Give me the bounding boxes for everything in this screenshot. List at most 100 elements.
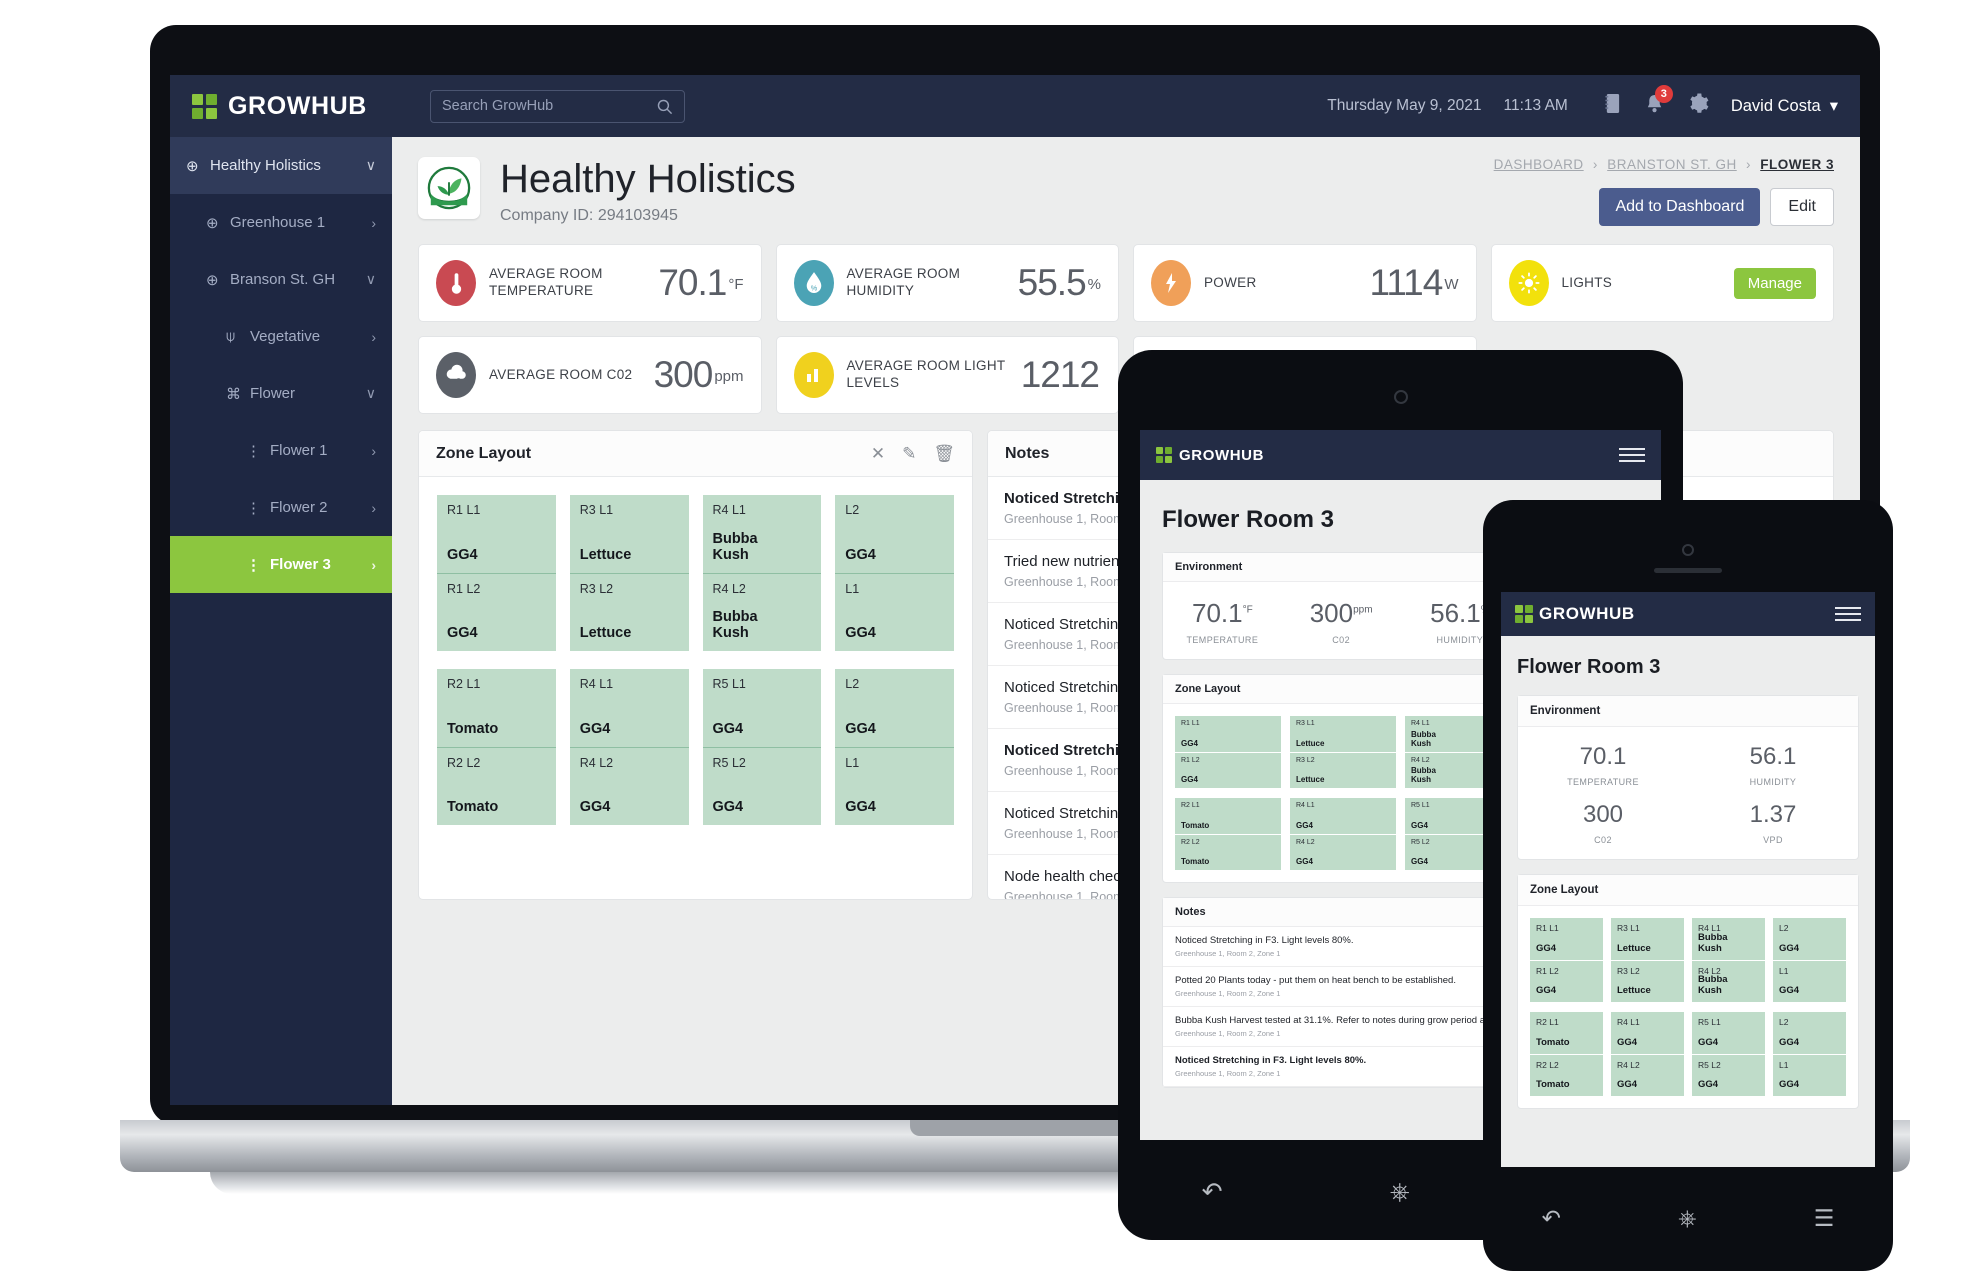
zone-cell[interactable]: R5 L1 GG4	[1692, 1012, 1765, 1054]
zone-cell-id: R3 L2	[579, 582, 614, 596]
zone-cell[interactable]: R1 L1 GG4	[1530, 918, 1603, 960]
chevron-right-icon: ›	[371, 499, 376, 516]
bars-icon	[793, 352, 834, 398]
power-icon[interactable]: ⎈	[1678, 1205, 1696, 1232]
zone-cell-plant: Lettuce	[1296, 774, 1325, 784]
zone-cell[interactable]: R4 L2 Bubba Kush	[1692, 960, 1765, 1002]
sidebar-item-branson-st-gh[interactable]: ⊕ Branson St. GH ∨	[170, 251, 392, 308]
zone-cell[interactable]: R4 L1 GG4	[1290, 798, 1396, 834]
notebook-icon[interactable]	[1604, 93, 1621, 119]
zone-cell[interactable]: L2 GG4	[835, 669, 954, 747]
zone-cell-id: R2 L1	[1536, 1017, 1559, 1027]
zone-cell[interactable]: L2 GG4	[835, 495, 954, 573]
zone-cell[interactable]: R1 L2 GG4	[437, 573, 556, 651]
zone-cell[interactable]: R1 L1 GG4	[437, 495, 556, 573]
zone-cell[interactable]: L1 GG4	[835, 747, 954, 825]
zone-cell[interactable]: L2 GG4	[1773, 918, 1846, 960]
notifications-bell[interactable]: 3	[1645, 85, 1673, 119]
close-icon[interactable]: ✕	[871, 444, 885, 464]
settings-gear[interactable]	[1688, 93, 1709, 119]
zone-cell[interactable]: R2 L2 Tomato	[1530, 1054, 1603, 1096]
zone-column: R4 L1 GG4 R4 L2 GG4	[1611, 1012, 1684, 1096]
sidebar-item-flower-2[interactable]: ⋮ Flower 2 ›	[170, 479, 392, 536]
zone-cell-plant: GG4	[1698, 1037, 1719, 1049]
phone-speaker	[1654, 568, 1722, 573]
zone-cell[interactable]: R4 L2 GG4	[1611, 1054, 1684, 1096]
breadcrumb-item-current[interactable]: FLOWER 3	[1760, 157, 1834, 172]
edit-button[interactable]: Edit	[1770, 188, 1834, 226]
zone-cell[interactable]: R4 L2 GG4	[569, 747, 689, 825]
power-icon[interactable]: ⎈	[1390, 1178, 1410, 1207]
sidebar-item-flower-1[interactable]: ⋮ Flower 1 ›	[170, 422, 392, 479]
zone-cell[interactable]: R5 L2 GG4	[1692, 1054, 1765, 1096]
zone-cell[interactable]: R3 L1 Lettuce	[569, 495, 689, 573]
zone-column: L2 GG4 L1 GG4	[1773, 1012, 1846, 1096]
zone-grid: R1 L1 GG4 R1 L2 GG4 R3 L1 Lettuce R3 L2 Lettuce…	[419, 477, 972, 843]
back-icon[interactable]: ↶	[1542, 1205, 1561, 1232]
edit-icon[interactable]: ✎	[902, 444, 916, 464]
search-placeholder: Search GrowHub	[442, 98, 554, 114]
sidebar-item-vegetative[interactable]: ⍦ Vegetative ›	[170, 308, 392, 365]
phone-logo[interactable]: GROWHUB	[1515, 604, 1635, 624]
stat-label: AVERAGE ROOM C02	[489, 366, 633, 382]
zone-cell[interactable]: R4 L2 Bubba Kush	[702, 573, 822, 651]
zone-cell[interactable]: R1 L1 GG4	[1175, 716, 1281, 752]
zone-cell[interactable]: R3 L1 Lettuce	[1290, 716, 1396, 752]
page-title: Healthy Holistics	[500, 157, 796, 201]
hamburger-menu-icon[interactable]	[1619, 448, 1645, 462]
stat-card-lights[interactable]: LIGHTS Manage	[1490, 244, 1834, 322]
stat-card-light-levels[interactable]: AVERAGE ROOM LIGHT LEVELS 1212	[775, 336, 1119, 414]
zone-cell[interactable]: R3 L2 Lettuce	[569, 573, 689, 651]
zone-cell[interactable]: R4 L1 GG4	[1611, 1012, 1684, 1054]
phone-topbar: GROWHUB	[1501, 592, 1875, 636]
zone-cell[interactable]: R2 L2 Tomato	[437, 747, 556, 825]
sidebar-item-healthy-holistics[interactable]: ⊕ Healthy Holistics ∨	[170, 137, 392, 194]
zone-cell[interactable]: L1 GG4	[835, 573, 954, 651]
search-input[interactable]: Search GrowHub	[430, 89, 685, 123]
sidebar-item-flower-3[interactable]: ⋮ Flower 3 ›	[170, 536, 392, 593]
back-icon[interactable]: ↶	[1202, 1177, 1223, 1207]
zone-cell[interactable]: R4 L1 Bubba Kush	[702, 495, 822, 573]
zone-cell[interactable]: L1 GG4	[1773, 960, 1846, 1002]
zone-cell[interactable]: R5 L2 GG4	[702, 747, 822, 825]
stat-card-temperature[interactable]: AVERAGE ROOM TEMPERATURE 70.1 °F	[418, 244, 762, 322]
menu-icon[interactable]: ☰	[1814, 1205, 1835, 1232]
stat-card-co2[interactable]: co2 AVERAGE ROOM C02 300 ppm	[418, 336, 762, 414]
phone-env-key: TEMPERATURE	[1567, 777, 1639, 787]
app-logo[interactable]: GROWHUB	[192, 92, 422, 121]
zone-column: R4 L1 Bubba Kush R4 L2 Bubba Kush	[702, 495, 822, 651]
zone-cell-plant: GG4	[1779, 943, 1800, 955]
sidebar-item-flower[interactable]: ⌘ Flower ∨	[170, 365, 392, 422]
zone-cell[interactable]: R4 L1 Bubba Kush	[1692, 918, 1765, 960]
breadcrumb-item-dashboard[interactable]: DASHBOARD	[1494, 157, 1584, 172]
company-logo	[418, 157, 480, 219]
hamburger-menu-icon[interactable]	[1835, 607, 1861, 621]
zone-cell[interactable]: L2 GG4	[1773, 1012, 1846, 1054]
zone-cell[interactable]: R1 L2 GG4	[1175, 752, 1281, 788]
zone-cell[interactable]: R2 L1 Tomato	[1530, 1012, 1603, 1054]
zone-cell[interactable]: R2 L2 Tomato	[1175, 834, 1281, 870]
zone-cell[interactable]: R2 L1 Tomato	[437, 669, 556, 747]
zone-cell[interactable]: R2 L1 Tomato	[1175, 798, 1281, 834]
tablet-logo[interactable]: GROWHUB	[1156, 447, 1264, 464]
zone-layout-panel: Zone Layout ✕ ✎ 🗑 R1 L1 GG4 R1 L2 GG4 R3 L1 L…	[418, 430, 973, 900]
sidebar-item-greenhouse-1[interactable]: ⊕ Greenhouse 1 ›	[170, 194, 392, 251]
zone-cell[interactable]: R5 L1 GG4	[702, 669, 822, 747]
zone-cell[interactable]: R4 L2 GG4	[1290, 834, 1396, 870]
trash-icon[interactable]: 🗑	[933, 444, 955, 464]
breadcrumb-item-greenhouse[interactable]: BRANSTON ST. GH	[1607, 157, 1737, 172]
add-to-dashboard-button[interactable]: Add to Dashboard	[1599, 188, 1761, 226]
stat-card-humidity[interactable]: % AVERAGE ROOM HUMIDITY 55.5%	[775, 244, 1119, 322]
dots-icon: ⋮	[246, 499, 261, 517]
zone-cell[interactable]: R3 L2 Lettuce	[1611, 960, 1684, 1002]
tablet-env-value: 300ppm	[1309, 598, 1373, 628]
user-menu[interactable]: David Costa ▾	[1731, 96, 1838, 116]
zone-cell[interactable]: R3 L1 Lettuce	[1611, 918, 1684, 960]
zone-cell[interactable]: L1 GG4	[1773, 1054, 1846, 1096]
zone-cell[interactable]: R3 L2 Lettuce	[1290, 752, 1396, 788]
zone-cell-id: R4 L1	[712, 503, 746, 517]
manage-lights-button[interactable]: Manage	[1733, 267, 1816, 299]
stat-card-power[interactable]: POWER 1114 W	[1133, 244, 1477, 322]
zone-cell[interactable]: R4 L1 GG4	[569, 669, 689, 747]
zone-cell[interactable]: R1 L2 GG4	[1530, 960, 1603, 1002]
